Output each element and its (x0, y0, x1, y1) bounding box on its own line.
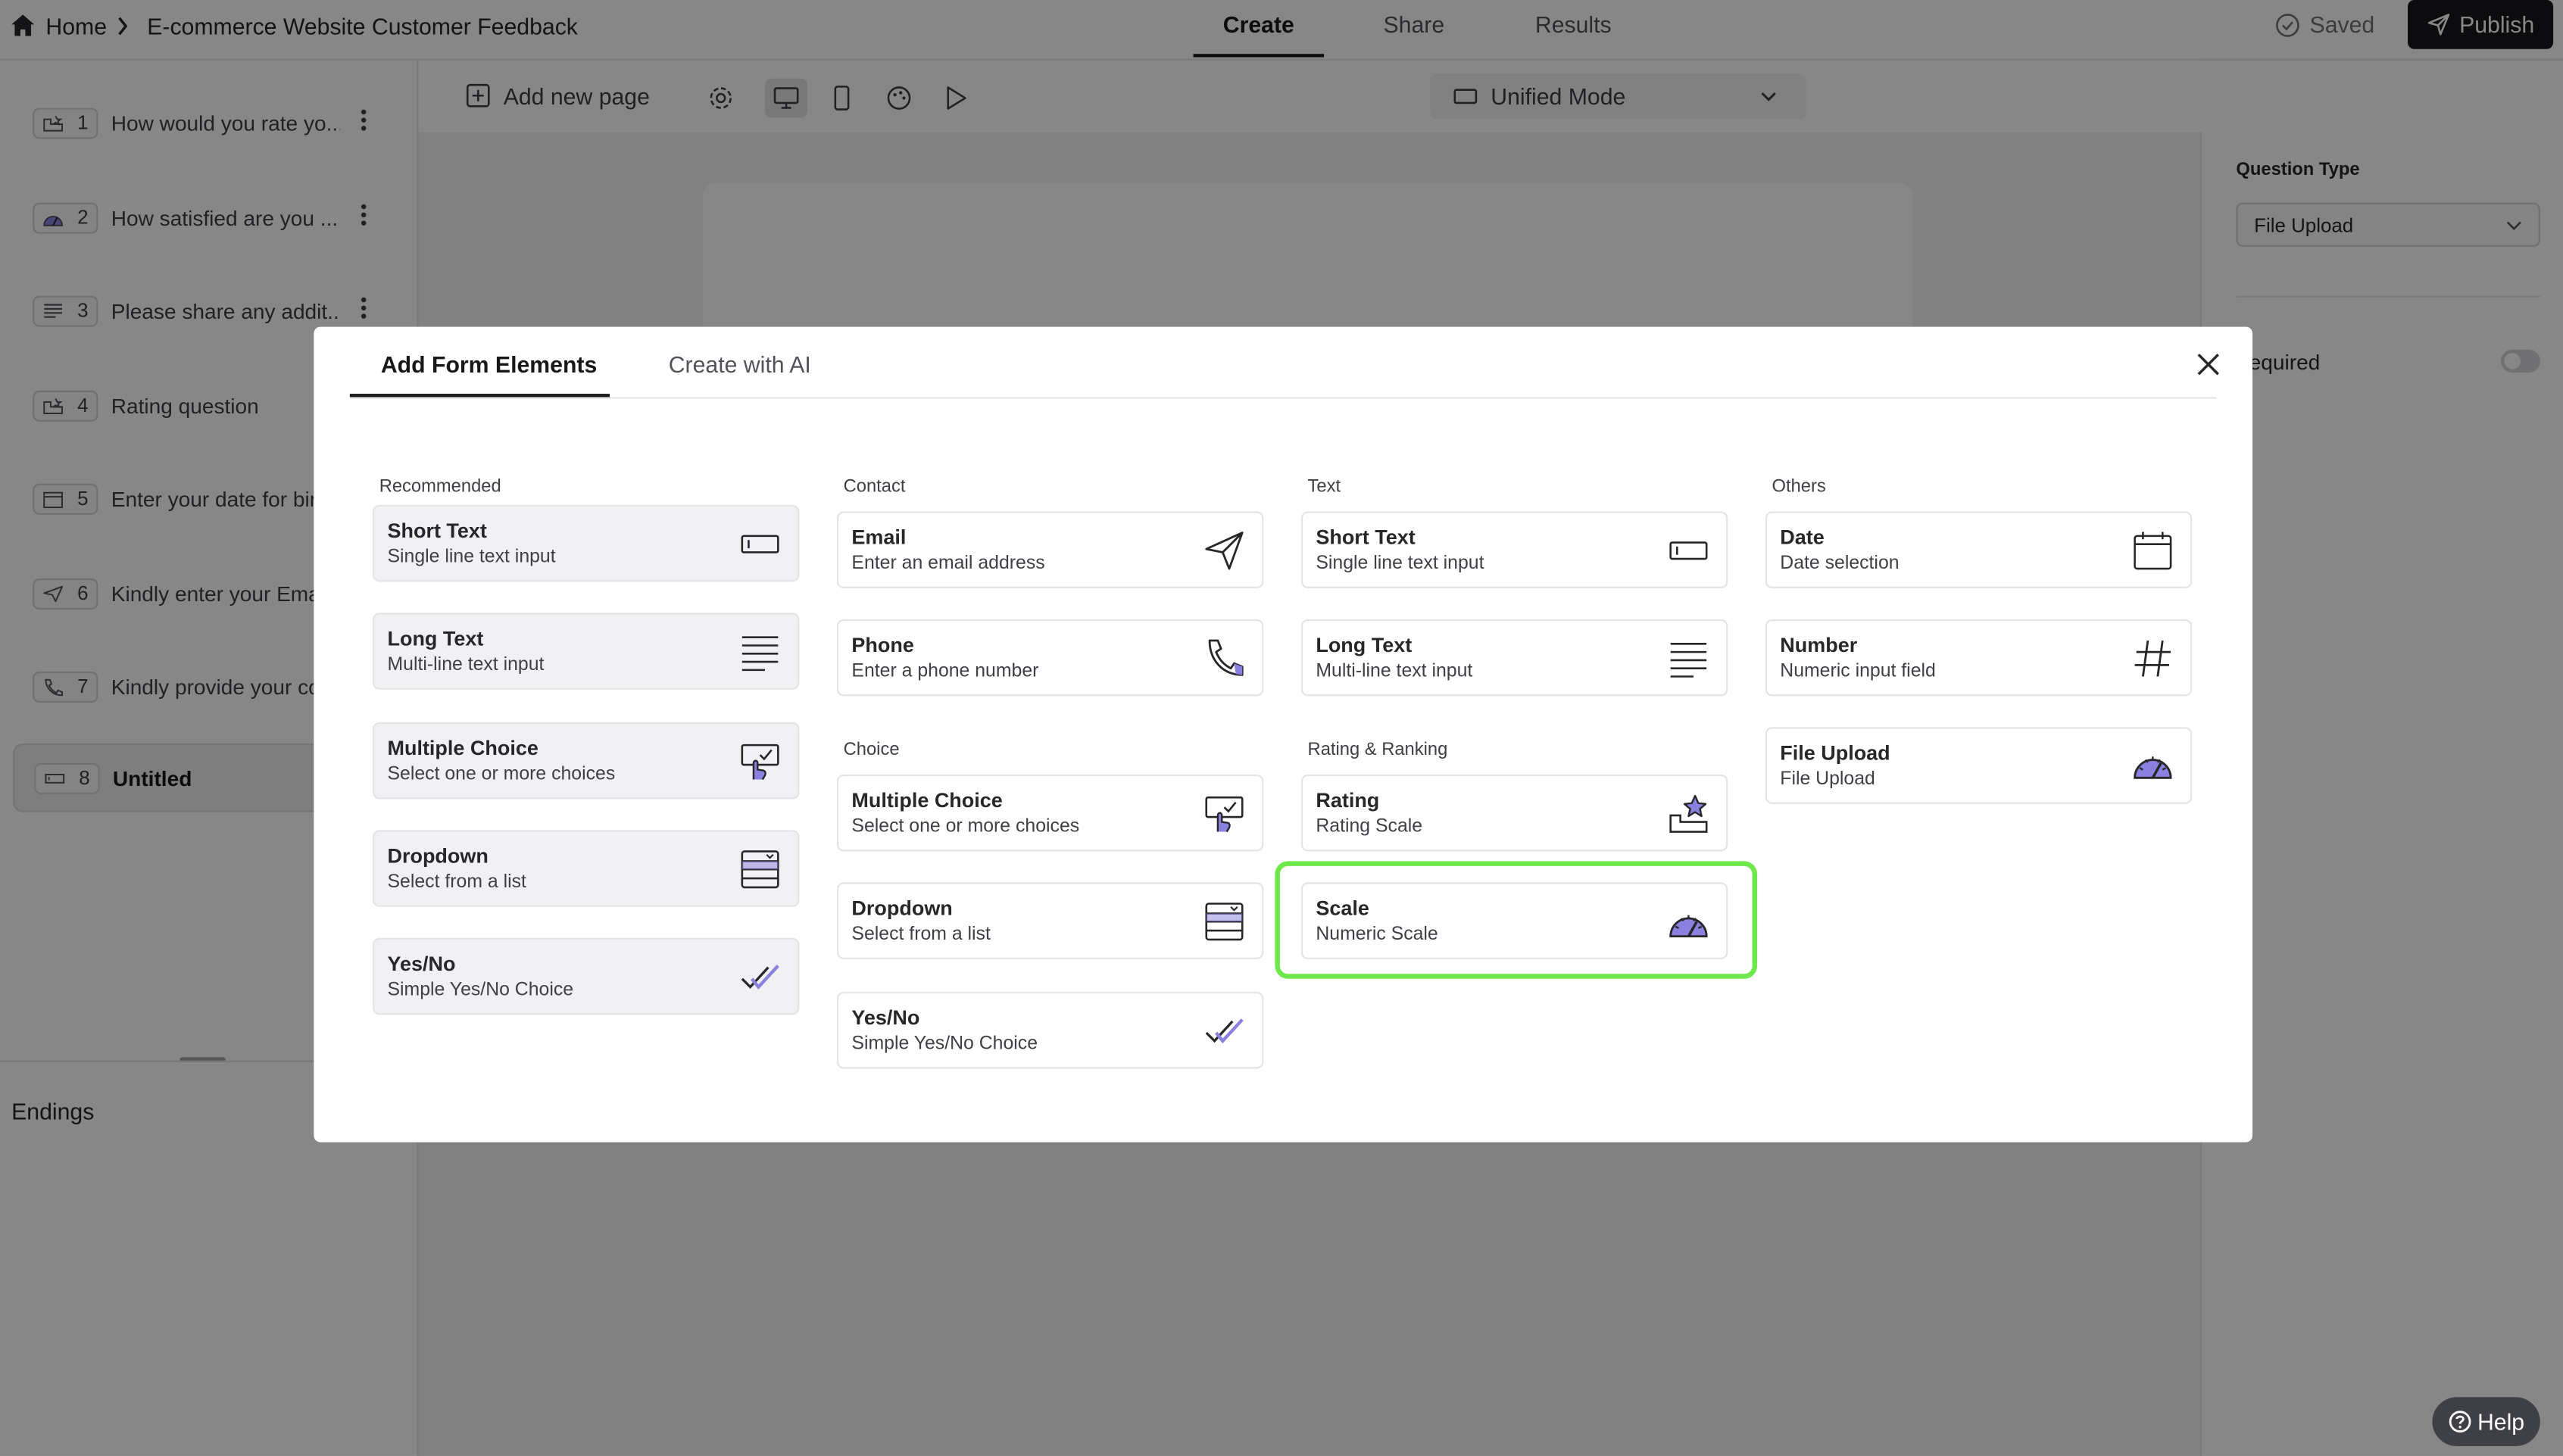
short-text-icon (741, 535, 779, 553)
rating-ranking-heading: Rating & Ranking (1307, 740, 1448, 760)
others-heading: Others (1772, 477, 1826, 497)
short-text-icon (1669, 541, 1708, 560)
element-card-short-text[interactable]: Short Text Single line text input (373, 504, 800, 582)
help-button[interactable]: Help (2432, 1397, 2540, 1447)
element-card-file-upload[interactable]: File Upload File Upload (1765, 727, 2193, 804)
choice-heading: Choice (843, 740, 900, 760)
paper-plane-icon (1205, 532, 1244, 570)
element-card-yes-no[interactable]: Yes/No Simple Yes/No Choice (373, 937, 800, 1015)
element-card-short-text[interactable]: Short Text Single line text input (1300, 511, 1728, 588)
calendar-icon (2134, 532, 2172, 570)
selection-highlight (1275, 861, 1758, 979)
element-card-multiple-choice[interactable]: Multiple Choice Select one or more choic… (373, 722, 800, 800)
multiple-choice-icon (741, 744, 779, 781)
tab-add-form-elements[interactable]: Add Form Elements (381, 350, 597, 379)
text-heading: Text (1307, 477, 1341, 497)
element-card-yes-no[interactable]: Yes/No Simple Yes/No Choice (836, 992, 1264, 1069)
yes-no-icon (741, 965, 779, 990)
yes-no-icon (1205, 1018, 1244, 1044)
close-icon[interactable] (2193, 350, 2223, 379)
add-form-elements-dialog: Add Form Elements Create with AI Recomme… (314, 326, 2252, 1143)
gauge-icon (2134, 756, 2172, 779)
element-card-email[interactable]: Email Enter an email address (836, 511, 1264, 588)
dropdown-icon (741, 850, 779, 889)
active-tab-indicator (349, 394, 610, 398)
tab-create-with-ai[interactable]: Create with AI (669, 350, 811, 379)
long-text-icon (1670, 643, 1707, 678)
element-card-long-text[interactable]: Long Text Multi-line text input (1300, 619, 1728, 697)
recommended-heading: Recommended (379, 477, 501, 497)
multiple-choice-icon (1205, 796, 1244, 833)
element-card-dropdown[interactable]: Dropdown Select from a list (373, 830, 800, 907)
element-card-phone[interactable]: Phone Enter a phone number (836, 619, 1264, 697)
element-card-date[interactable]: Date Date selection (1765, 511, 2193, 588)
rating-icon (1669, 794, 1708, 833)
phone-icon (1208, 639, 1244, 676)
element-card-rating[interactable]: Rating Rating Scale (1300, 774, 1728, 852)
help-icon (2448, 1411, 2471, 1433)
long-text-icon (741, 636, 779, 672)
element-card-multiple-choice[interactable]: Multiple Choice Select one or more choic… (836, 774, 1264, 852)
element-card-long-text[interactable]: Long Text Multi-line text input (373, 613, 800, 690)
contact-heading: Contact (843, 477, 906, 497)
tab-divider (349, 397, 2217, 399)
dropdown-icon (1205, 903, 1244, 941)
hash-icon (2134, 640, 2171, 677)
element-card-dropdown[interactable]: Dropdown Select from a list (836, 882, 1264, 959)
element-card-number[interactable]: Number Numeric input field (1765, 619, 2193, 697)
